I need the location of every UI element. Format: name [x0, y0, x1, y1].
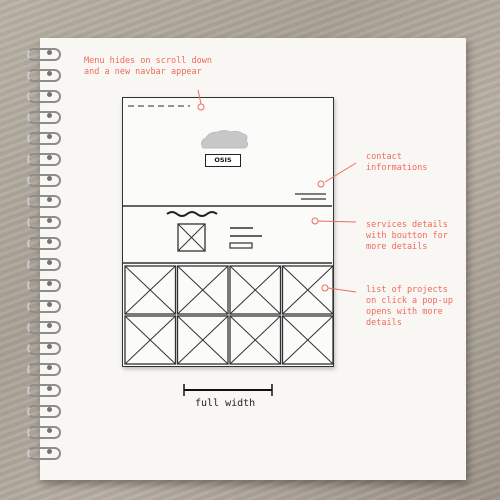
annotation-line: more details — [366, 242, 428, 252]
menu-pointer — [197, 89, 202, 105]
projects-pointer-dot — [321, 284, 329, 292]
projects-grid — [124, 265, 334, 365]
logo-label: OSIS — [205, 154, 241, 167]
annotation-line: contact — [366, 152, 402, 162]
annotation-line: details — [366, 318, 402, 328]
projects-pointer — [327, 287, 357, 293]
annotation-line: services details — [366, 220, 448, 230]
annotation-line: and a new navbar appear — [84, 67, 202, 77]
annotation-line: informations — [366, 163, 428, 173]
services-pointer-dot — [311, 217, 319, 225]
full-width-caption: full width — [195, 398, 256, 409]
contact-pointer-dot — [317, 180, 325, 188]
annotation-line: on click a pop-up — [366, 296, 453, 306]
annotation-line: Menu hides on scroll down — [84, 56, 212, 66]
services-pointer — [317, 220, 357, 223]
service-button-sketch — [229, 242, 253, 249]
projects-annotation: list of projects on click a pop-up opens… — [366, 285, 453, 329]
services-annotation: services details with boutton for more d… — [366, 220, 448, 253]
section-heading-wave — [166, 211, 218, 217]
annotation-line: list of projects — [366, 285, 448, 295]
annotation-line: with boutton for — [366, 231, 448, 241]
menu-annotation: Menu hides on scroll down and a new navb… — [84, 56, 212, 78]
contact-pointer — [324, 162, 357, 183]
menu-pointer-dot — [197, 103, 205, 111]
contact-annotation: contact informations — [366, 152, 427, 174]
annotation-line: opens with more — [366, 307, 443, 317]
logo-shape — [201, 130, 249, 149]
